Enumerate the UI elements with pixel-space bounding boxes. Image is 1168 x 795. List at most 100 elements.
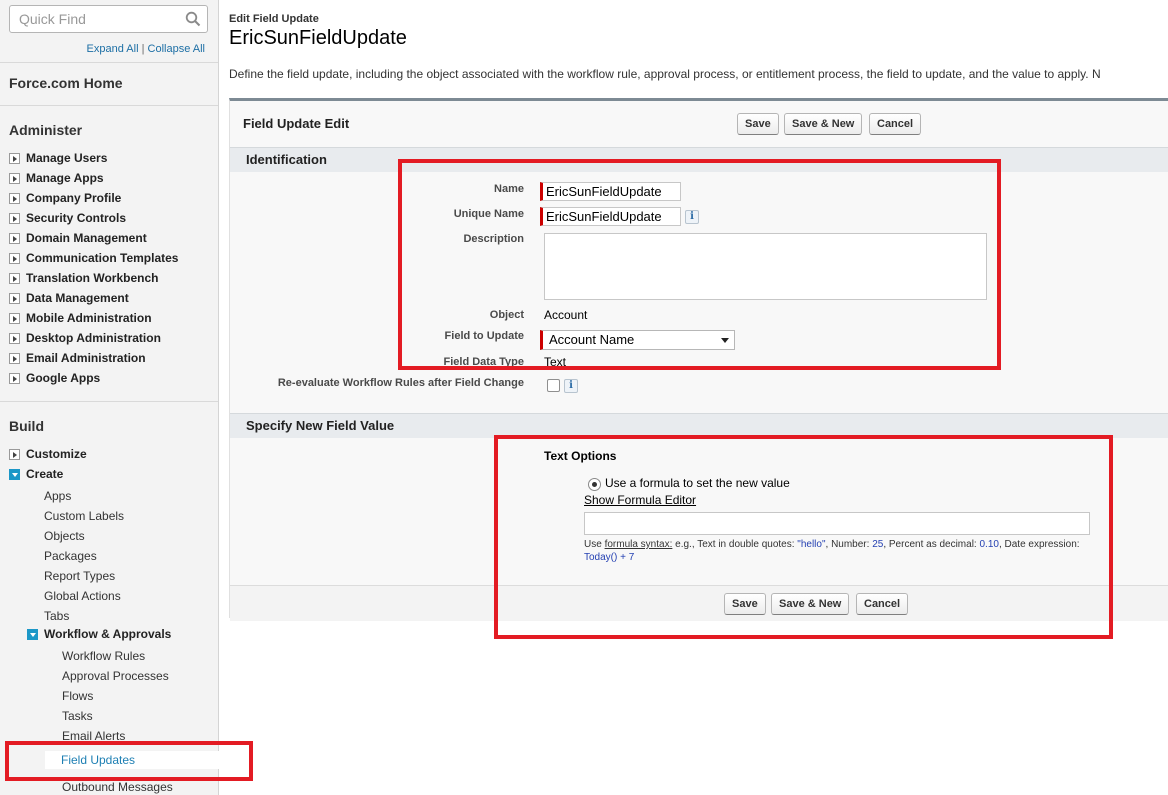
hint-text: , Percent as decimal: <box>883 539 980 550</box>
sidebar-sub-custom-labels[interactable]: Custom Labels <box>44 507 124 525</box>
expand-arrow-icon[interactable] <box>9 312 20 324</box>
expand-arrow-icon[interactable] <box>9 192 20 204</box>
sidebar-item-email-administration[interactable]: Email Administration <box>9 349 146 367</box>
formula-syntax-link[interactable]: formula syntax: <box>605 539 673 550</box>
save-and-new-button[interactable]: Save & New <box>784 113 863 135</box>
hint-text: , Number: <box>825 539 873 550</box>
sidebar-item-security-controls[interactable]: Security Controls <box>9 209 126 227</box>
identification-section-header: Identification <box>230 147 1168 172</box>
sidebar-item-label: Customize <box>26 447 87 461</box>
text-options-label: Text Options <box>544 449 617 463</box>
expand-arrow-icon[interactable] <box>9 152 20 164</box>
sidebar-sub-flows[interactable]: Flows <box>62 687 93 705</box>
sidebar-item-manage-apps[interactable]: Manage Apps <box>9 169 104 187</box>
breadcrumb: Edit Field Update <box>229 13 319 25</box>
collapse-arrow-icon[interactable] <box>9 468 20 480</box>
sidebar-item-label: Create <box>26 467 64 481</box>
hint-text: Use <box>584 539 605 550</box>
save-button[interactable]: Save <box>737 113 779 135</box>
page-title: EricSunFieldUpdate <box>229 27 407 49</box>
sidebar-sub-tabs[interactable]: Tabs <box>44 607 69 625</box>
expand-arrow-icon[interactable] <box>9 352 20 364</box>
sidebar-item-label: Security Controls <box>26 211 127 225</box>
sidebar-item-desktop-administration[interactable]: Desktop Administration <box>9 329 161 347</box>
cancel-button[interactable]: Cancel <box>869 113 922 135</box>
formula-radio-label: Use a formula to set the new value <box>605 476 790 490</box>
formula-hint: Use formula syntax: e.g., Text in double… <box>584 538 1094 564</box>
sidebar-item-label: Manage Users <box>26 151 108 165</box>
unique-name-input[interactable] <box>540 207 681 226</box>
description-textarea[interactable] <box>544 233 987 300</box>
sidebar-sub-report-types[interactable]: Report Types <box>44 567 115 585</box>
expand-arrow-icon[interactable] <box>9 252 20 264</box>
expand-arrow-icon[interactable] <box>9 332 20 344</box>
search-icon[interactable] <box>185 11 201 27</box>
sidebar-sub-tasks[interactable]: Tasks <box>62 707 93 725</box>
quick-find-box[interactable] <box>9 5 208 33</box>
sidebar-sub-email-alerts[interactable]: Email Alerts <box>62 727 125 745</box>
quick-find-input[interactable] <box>10 6 180 32</box>
formula-textarea[interactable] <box>584 512 1090 535</box>
sidebar-sub-objects[interactable]: Objects <box>44 527 85 545</box>
sidebar-item-customize[interactable]: Customize <box>9 445 87 463</box>
expand-arrow-icon[interactable] <box>9 172 20 184</box>
sidebar-item-translation-workbench[interactable]: Translation Workbench <box>9 269 158 287</box>
sidebar-item-data-management[interactable]: Data Management <box>9 289 129 307</box>
sidebar-item-create[interactable]: Create <box>9 465 63 483</box>
expand-arrow-icon[interactable] <box>9 272 20 284</box>
sidebar-sub-approval-processes[interactable]: Approval Processes <box>62 667 169 685</box>
sidebar-item-company-profile[interactable]: Company Profile <box>9 189 121 207</box>
expand-arrow-icon[interactable] <box>9 232 20 244</box>
expand-arrow-icon[interactable] <box>9 448 20 460</box>
page-description: Define the field update, including the o… <box>229 67 1101 81</box>
sidebar-item-label: Manage Apps <box>26 171 104 185</box>
hint-example: Today() + 7 <box>584 552 635 563</box>
expand-all-link[interactable]: Expand All <box>87 43 139 55</box>
object-value: Account <box>544 308 588 322</box>
sidebar-sub-field-updates[interactable]: Field Updates <box>45 751 220 769</box>
sidebar-item-domain-management[interactable]: Domain Management <box>9 229 147 247</box>
info-icon[interactable]: i <box>685 210 699 224</box>
link-separator: | <box>141 43 145 55</box>
build-heading: Build <box>9 418 44 434</box>
expand-arrow-icon[interactable] <box>9 212 20 224</box>
sidebar-sub-packages[interactable]: Packages <box>44 547 97 565</box>
sidebar-item-workflow-approvals[interactable]: Workflow & Approvals <box>27 625 171 643</box>
reevaluate-checkbox[interactable] <box>547 379 560 392</box>
sidebar-item-google-apps[interactable]: Google Apps <box>9 369 100 387</box>
cancel-button[interactable]: Cancel <box>856 593 909 615</box>
collapse-all-link[interactable]: Collapse All <box>148 43 205 55</box>
sidebar-item-label: Company Profile <box>26 191 122 205</box>
expand-arrow-icon[interactable] <box>9 292 20 304</box>
sidebar-sub-outbound-messages[interactable]: Outbound Messages <box>62 778 173 795</box>
hint-example: 0.10 <box>979 539 999 550</box>
sidebar-sub-global-actions[interactable]: Global Actions <box>44 587 121 605</box>
formula-radio[interactable] <box>588 478 601 491</box>
bottom-button-bar: Save Save & New Cancel <box>230 585 1168 621</box>
save-and-new-button[interactable]: Save & New <box>771 593 850 615</box>
administer-heading: Administer <box>9 122 83 138</box>
name-input[interactable] <box>540 182 681 201</box>
sidebar-item-mobile-administration[interactable]: Mobile Administration <box>9 309 152 327</box>
force-home-link[interactable]: Force.com Home <box>9 75 123 91</box>
sidebar-item-label: Google Apps <box>26 371 101 385</box>
save-button[interactable]: Save <box>724 593 766 615</box>
expand-arrow-icon[interactable] <box>9 372 20 384</box>
info-icon[interactable]: i <box>564 379 578 393</box>
sidebar-item-manage-users[interactable]: Manage Users <box>9 149 107 167</box>
unique-name-label: Unique Name <box>453 208 524 220</box>
dropdown-arrow-icon <box>721 338 729 343</box>
sidebar-item-communication-templates[interactable]: Communication Templates <box>9 249 178 267</box>
field-to-update-label: Field to Update <box>444 330 524 342</box>
section-title: Identification <box>246 152 327 167</box>
sidebar-sub-workflow-rules[interactable]: Workflow Rules <box>62 647 145 665</box>
new-value-section-header: Specify New Field Value <box>230 413 1168 438</box>
field-to-update-select[interactable]: Account Name <box>540 330 735 350</box>
hint-text: , Date expression: <box>998 539 1080 550</box>
collapse-arrow-icon[interactable] <box>27 628 38 640</box>
show-formula-editor-link[interactable]: Show Formula Editor <box>584 493 696 507</box>
hint-text: e.g., Text in double quotes: <box>672 539 798 550</box>
field-data-type-value: Text <box>544 355 567 369</box>
sidebar-sub-apps[interactable]: Apps <box>44 487 71 505</box>
panel-title: Field Update Edit <box>243 116 350 131</box>
